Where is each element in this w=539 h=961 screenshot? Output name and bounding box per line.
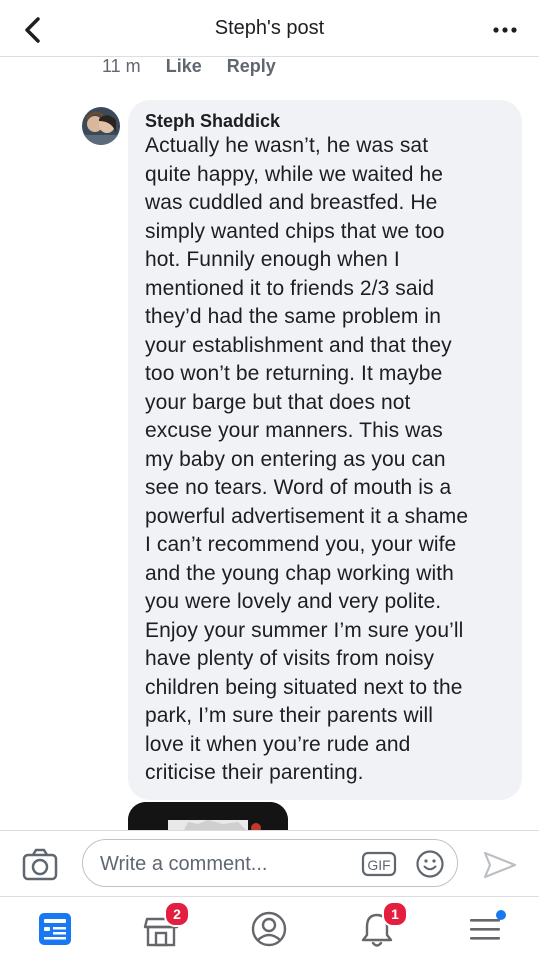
post-header: Steph's post <box>0 0 539 57</box>
send-button[interactable] <box>480 845 520 885</box>
menu-icon <box>470 910 506 940</box>
comment-meta-row: 11 m Like Reply <box>102 56 296 77</box>
page-title: Steph's post <box>214 17 325 39</box>
attached-photo-thumbnail[interactable] <box>128 802 288 832</box>
camera-icon <box>22 848 58 881</box>
tab-news-feed[interactable] <box>30 905 80 953</box>
comment-text: Actually he wasn’t, he was sat quite hap… <box>145 134 469 784</box>
avatar-image <box>82 107 120 145</box>
camera-button[interactable] <box>20 845 60 885</box>
tab-menu[interactable] <box>460 905 510 953</box>
reply-link[interactable]: Reply <box>227 56 276 76</box>
notifications-badge: 1 <box>382 901 408 927</box>
more-dots-icon <box>493 27 517 33</box>
marketplace-badge: 2 <box>164 901 190 927</box>
emoji-icon <box>416 850 444 878</box>
tab-marketplace[interactable]: 2 <box>136 901 190 953</box>
comment-composer: Write a comment... GIF <box>0 830 539 897</box>
avatar[interactable] <box>82 107 120 145</box>
photo-preview <box>128 802 288 832</box>
gif-label: GIF <box>367 857 390 873</box>
news-feed-icon <box>39 913 71 945</box>
like-link[interactable]: Like <box>166 56 202 76</box>
comment-input-placeholder: Write a comment... <box>100 853 268 875</box>
comment-author[interactable]: Steph Shaddick <box>145 110 506 132</box>
more-options-button[interactable] <box>487 12 523 48</box>
send-icon <box>483 851 517 879</box>
profile-icon <box>251 911 287 947</box>
comment-bubble: Steph Shaddick Actually he wasn’t, he wa… <box>128 100 522 800</box>
emoji-button[interactable] <box>415 849 445 879</box>
comment-input[interactable]: Write a comment... GIF <box>82 839 458 887</box>
gif-icon: GIF <box>361 851 397 877</box>
gif-button[interactable]: GIF <box>361 850 397 878</box>
bottom-tab-bar: 2 1 <box>0 896 539 961</box>
tab-profile[interactable] <box>244 905 294 953</box>
tab-notifications[interactable]: 1 <box>352 901 408 953</box>
comment-timestamp: 11 m <box>102 56 141 76</box>
